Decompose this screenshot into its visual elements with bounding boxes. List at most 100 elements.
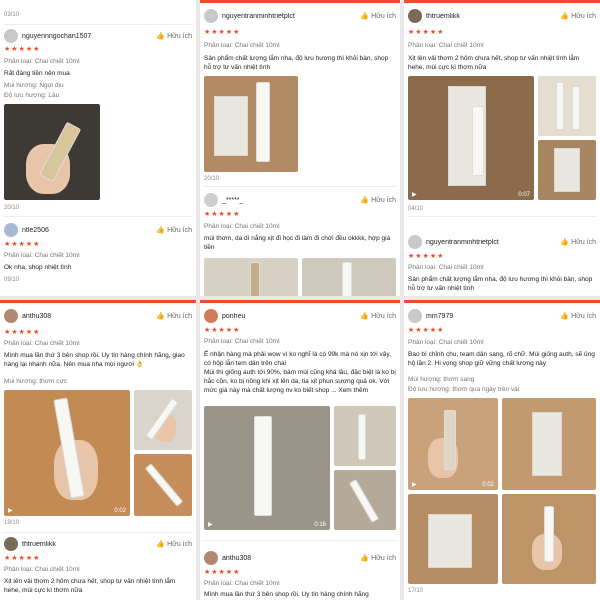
review-panel-col1-top: 03/10 nguyennngochan1507 👍 Hữu ích ★★★★★ … <box>0 0 196 296</box>
review-header: thtruemlikk 👍 Hữu ích <box>408 8 596 24</box>
video-icon: ▶ <box>412 482 417 488</box>
video-icon: ▶ <box>208 522 213 528</box>
username[interactable]: _*****_ <box>222 197 243 204</box>
helpful-button[interactable]: 👍 Hữu ích <box>360 12 396 21</box>
review-photo[interactable] <box>134 454 192 516</box>
review-header: nguyentranminhtrietplct 👍 Hữu ích <box>204 8 396 24</box>
helpful-button[interactable]: 👍 Hữu ích <box>560 12 596 21</box>
username[interactable]: nguyentranminhtrietplct <box>222 13 295 20</box>
username[interactable]: ponheu <box>222 313 245 320</box>
review-panel-col2-top: nguyentranminhtrietplct 👍 Hữu ích ★★★★★ P… <box>200 0 400 296</box>
avatar[interactable] <box>204 309 218 323</box>
review-date: 09/10 <box>4 277 20 283</box>
helpful-button[interactable]: 👍 Hữu ích <box>360 312 396 321</box>
review-photo[interactable] <box>502 494 596 584</box>
video-duration: 0:16 <box>314 522 326 528</box>
review-video[interactable]: ▶ 0:02 <box>408 398 498 490</box>
thumbs-up-icon: 👍 <box>156 33 166 40</box>
review-photo[interactable] <box>302 258 396 296</box>
avatar[interactable] <box>4 309 18 323</box>
duration-label: Độ lưu hương: thơm qua ngày trên vải <box>408 386 520 393</box>
username[interactable]: anthu308 <box>222 555 251 562</box>
rating-stars: ★★★★★ <box>4 555 41 562</box>
rating-stars: ★★★★★ <box>4 329 41 336</box>
avatar[interactable] <box>4 29 18 43</box>
rating-stars: ★★★★★ <box>204 569 241 576</box>
review-photo[interactable] <box>538 140 596 200</box>
username[interactable]: nguyennngochan1507 <box>22 33 91 40</box>
username[interactable]: anthu308 <box>22 313 51 320</box>
avatar[interactable] <box>408 9 422 23</box>
username[interactable]: thtruemlikk <box>426 13 460 20</box>
thumbs-up-icon: 👍 <box>156 541 166 548</box>
review-text: Bao bì chỉnh chu, team dân sang, rõ chữ.… <box>408 351 595 367</box>
helpful-button[interactable]: 👍 Hữu ích <box>156 540 192 549</box>
review-photo[interactable] <box>4 104 100 200</box>
review-text: Mình mua lần thứ 3 bên shop rồi. Uy tín … <box>204 591 369 598</box>
review-panel-col3-bottom: mm7979 👍 Hữu ích ★★★★★ Phân loại: Chai ch… <box>404 300 600 600</box>
review-video[interactable]: ▶ 0:16 <box>204 406 330 530</box>
avatar[interactable] <box>4 223 18 237</box>
thumbs-up-icon: 👍 <box>360 313 370 320</box>
review-date: 03/10 <box>4 12 20 18</box>
review-header: _*****_ 👍 Hữu ích <box>204 192 396 208</box>
review-video[interactable]: ▶ 0:02 <box>4 390 130 516</box>
review-photo[interactable] <box>538 76 596 136</box>
thumbs-up-icon: 👍 <box>156 313 166 320</box>
duration-label: Độ lưu hương: Lâu <box>4 92 60 99</box>
category-label: Phân loại: Chai chiết 10ml <box>204 223 280 230</box>
rating-stars: ★★★★★ <box>408 253 445 260</box>
review-photo[interactable] <box>134 390 192 450</box>
category-label: Phân loại: Chai chiết 10ml <box>204 42 280 49</box>
username[interactable]: ntle2506 <box>22 227 49 234</box>
category-label: Phân loại: Chai chiết 10ml <box>4 566 80 573</box>
thumbs-up-icon: 👍 <box>560 313 570 320</box>
avatar[interactable] <box>408 309 422 323</box>
thumbs-up-icon: 👍 <box>156 227 166 234</box>
username[interactable]: nguyentranminhtrietplct <box>426 239 499 246</box>
helpful-button[interactable]: 👍 Hữu ích <box>156 312 192 321</box>
thumbs-up-icon: 👍 <box>560 239 570 246</box>
video-duration: 0:02 <box>114 508 126 514</box>
review-text-more: Mùi thì giống auth tới 90%, bám mùi cũng… <box>204 369 396 394</box>
review-text: Rất đáng tiền nên mua <box>4 70 70 77</box>
scent-label: Mùi hương: Ngọt dịu <box>4 82 64 89</box>
rating-stars: ★★★★★ <box>408 327 445 334</box>
helpful-button[interactable]: 👍 Hữu ích <box>156 226 192 235</box>
helpful-button[interactable]: 👍 Hữu ích <box>560 238 596 247</box>
review-text: mùi thơm, da dì nắng xịt đi học đi làm đ… <box>204 235 391 251</box>
avatar[interactable] <box>4 537 18 551</box>
helpful-button[interactable]: 👍 Hữu ích <box>360 554 396 563</box>
helpful-button[interactable]: 👍 Hữu ích <box>156 32 192 41</box>
review-date: 20/10 <box>204 176 220 182</box>
review-text: Xịt lên vải thơm 2 hôm chưa hết, shop tư… <box>4 578 176 594</box>
rating-stars: ★★★★★ <box>204 29 241 36</box>
review-photo[interactable] <box>334 406 396 466</box>
avatar[interactable] <box>408 235 422 249</box>
review-header: thtruemlikk 👍 Hữu ích <box>4 536 192 552</box>
review-photo[interactable] <box>408 494 498 584</box>
review-text: Ok nha, shop nhiệt tình <box>4 264 72 271</box>
category-label: Phân loại: Chai chiết 10ml <box>204 580 280 587</box>
review-text: Ế nhận hàng mà phải wow vì ko nghĩ là có… <box>204 351 391 367</box>
review-photo[interactable] <box>204 76 298 172</box>
username[interactable]: mm7979 <box>426 313 453 320</box>
avatar[interactable] <box>204 193 218 207</box>
helpful-button[interactable]: 👍 Hữu ích <box>560 312 596 321</box>
rating-stars: ★★★★★ <box>408 29 445 36</box>
helpful-button[interactable]: 👍 Hữu ích <box>360 196 396 205</box>
review-photo[interactable] <box>334 470 396 530</box>
review-panel-col2-bottom: ponheu 👍 Hữu ích ★★★★★ Phân loại: Chai ch… <box>200 300 400 600</box>
username[interactable]: thtruemlikk <box>22 541 56 548</box>
scent-label: Mùi hương: thơm cực <box>4 378 68 385</box>
review-photo[interactable] <box>502 398 596 490</box>
avatar[interactable] <box>204 551 218 565</box>
review-video[interactable]: ▶ 0:07 <box>408 76 534 200</box>
review-text: Sản phẩm chất lượng lắm nha, độ lưu hươn… <box>204 55 389 71</box>
thumbs-up-icon: 👍 <box>360 197 370 204</box>
rating-stars: ★★★★★ <box>4 46 41 53</box>
category-label: Phân loại: Chai chiết 10ml <box>4 58 80 65</box>
avatar[interactable] <box>204 9 218 23</box>
review-photo[interactable] <box>204 258 298 296</box>
category-label: Phân loại: Chai chiết 10ml <box>408 42 484 49</box>
